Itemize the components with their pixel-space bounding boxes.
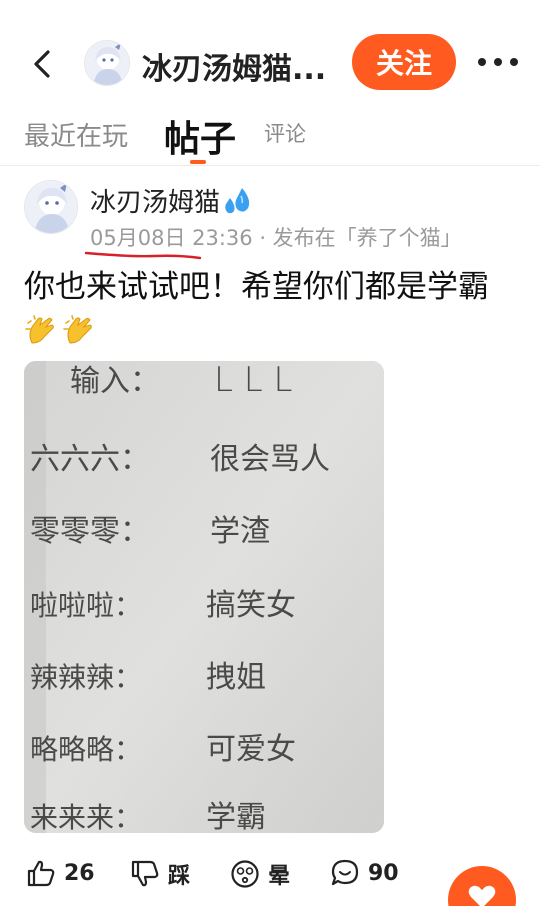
post-body: 你也来试试吧！希望你们都是学霸 bbox=[24, 266, 520, 350]
note-row-input: 六六六： bbox=[30, 442, 150, 477]
top-bar: 冰刃汤姆猫... 关注 bbox=[0, 0, 540, 110]
comment-bubble-icon bbox=[331, 859, 359, 886]
post-time-source: 23:36 · 发布在「养了个猫」 bbox=[185, 226, 462, 250]
thumbs-up-icon bbox=[27, 860, 55, 887]
note-row-input: 零零零： bbox=[30, 514, 150, 549]
dizzy-label: 晕 bbox=[268, 864, 291, 889]
thumbs-down-icon bbox=[131, 860, 159, 887]
comment-button[interactable]: 90 bbox=[330, 858, 399, 888]
clapping-hands-icon-2 bbox=[62, 313, 98, 349]
note-row-input: 略略略： bbox=[30, 733, 142, 766]
post-photo[interactable]: 输入： L L L 六六六： 很会骂人 零零零： 学渣 啦啦啦： 搞笑女 辣辣辣… bbox=[24, 361, 384, 833]
more-options-icon[interactable] bbox=[478, 58, 518, 68]
sweat-droplets-icon bbox=[222, 186, 254, 216]
note-row-output: 学渣 bbox=[210, 514, 270, 549]
header-avatar[interactable] bbox=[84, 40, 130, 86]
author-name-text: 冰刃汤姆猫 bbox=[90, 188, 221, 218]
note-row-output: 拽姐 bbox=[206, 660, 266, 695]
note-row-input: 来来来： bbox=[30, 801, 142, 833]
active-tab-indicator bbox=[190, 160, 206, 164]
note-header: 输入： bbox=[70, 364, 160, 399]
dizzy-face-icon bbox=[231, 860, 259, 888]
note-row-output: 搞笑女 bbox=[206, 588, 296, 623]
tab-posts[interactable]: 帖子 bbox=[164, 110, 236, 162]
profile-tabs: 最近在玩 帖子 评论 bbox=[0, 110, 540, 166]
heart-icon bbox=[468, 885, 496, 906]
note-row-output: 很会骂人 bbox=[210, 442, 330, 477]
tab-comments[interactable]: 评论 bbox=[264, 118, 306, 148]
follow-button[interactable]: 关注 bbox=[352, 34, 456, 90]
dislike-label: 踩 bbox=[168, 864, 191, 889]
clapping-hands-icon bbox=[24, 313, 60, 349]
like-count: 26 bbox=[64, 860, 95, 886]
dizzy-button[interactable]: 晕 bbox=[230, 858, 290, 890]
note-row-input: 辣辣辣： bbox=[30, 661, 142, 694]
note-row-output: 学霸 bbox=[206, 800, 266, 833]
date-underline-mark bbox=[84, 246, 202, 260]
post-author-name[interactable]: 冰刃汤姆猫 bbox=[90, 182, 254, 219]
dislike-button[interactable]: 踩 bbox=[130, 858, 190, 890]
back-arrow-icon[interactable] bbox=[28, 46, 56, 82]
note-row-output: 可爱女 bbox=[206, 732, 296, 767]
post-text: 你也来试试吧！希望你们都是学霸 bbox=[24, 269, 489, 305]
comment-count: 90 bbox=[368, 860, 399, 886]
post-author-avatar[interactable] bbox=[24, 180, 78, 234]
header-title[interactable]: 冰刃汤姆猫... bbox=[142, 44, 326, 88]
tab-recently-played[interactable]: 最近在玩 bbox=[24, 116, 128, 153]
like-button[interactable]: 26 bbox=[26, 858, 95, 888]
note-header-value: L L L bbox=[214, 361, 292, 400]
note-row-input: 啦啦啦： bbox=[30, 589, 142, 622]
